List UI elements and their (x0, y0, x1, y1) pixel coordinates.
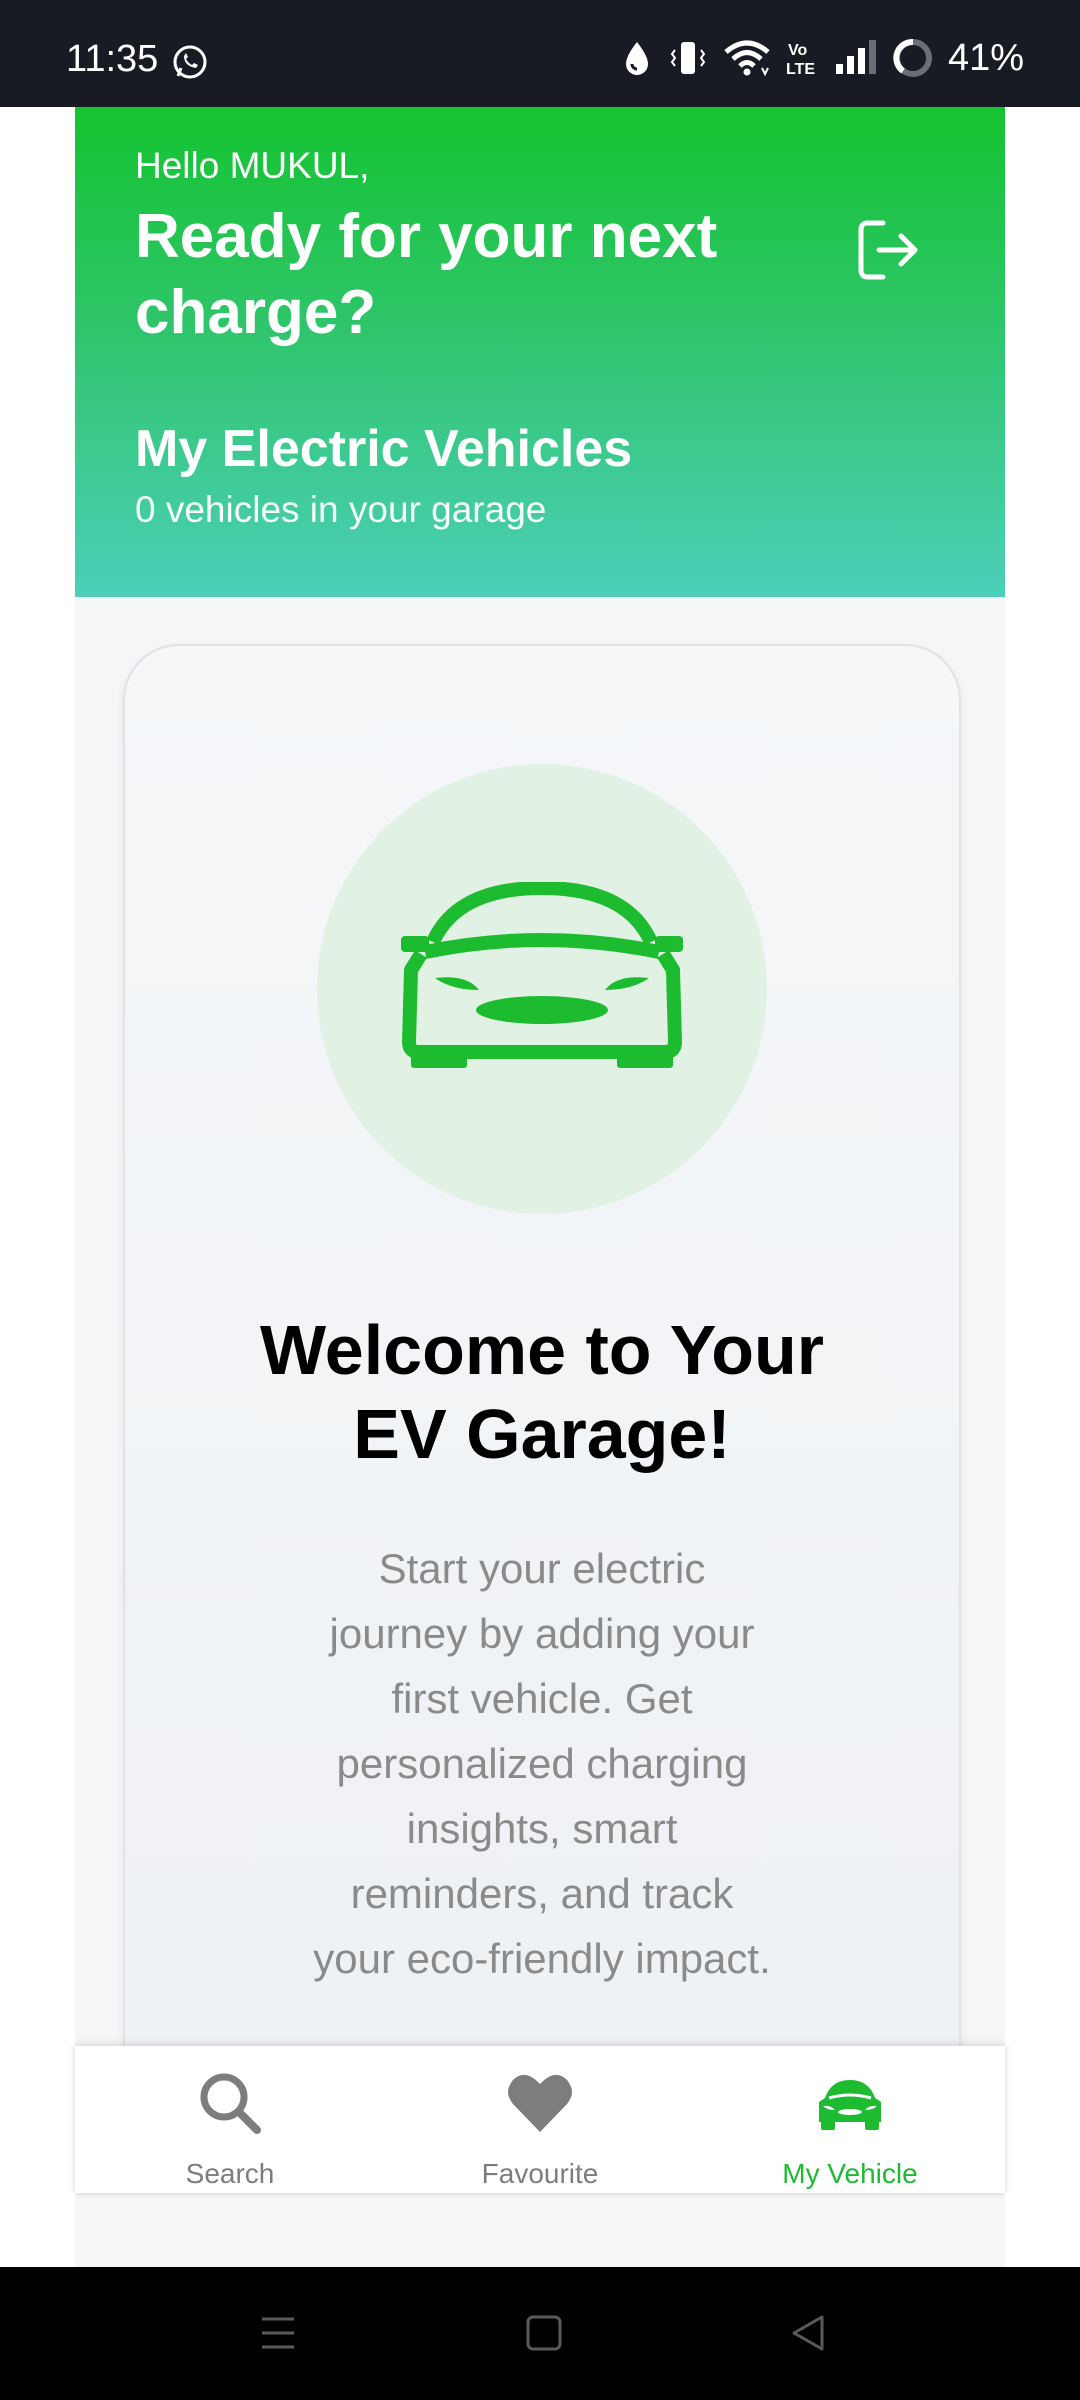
vehicle-count: 0 vehicles in your garage (135, 489, 547, 530)
greeting: Hello MUKUL, (135, 145, 370, 186)
welcome-description: Start your electric journey by adding yo… (313, 1545, 771, 1982)
home-button-icon[interactable] (524, 2311, 564, 2355)
search-icon (200, 2073, 261, 2134)
nav-my-vehicle[interactable]: My Vehicle (695, 2046, 1005, 2193)
whatsapp-icon (173, 45, 207, 79)
svg-text:Vo: Vo (788, 42, 807, 59)
empty-garage-card: Welcome to Your EV Garage! Start your el… (123, 644, 961, 2148)
logout-icon[interactable] (853, 215, 923, 285)
vibrate-icon (670, 42, 706, 74)
headline: Ready for your next charge? (135, 202, 718, 347)
car-icon (819, 2080, 881, 2130)
status-icons: Vo LTE 41% (620, 36, 1024, 80)
section-title: My Electric Vehicles (135, 420, 633, 478)
welcome-title: Welcome to Your EV Garage! (125, 1308, 959, 1476)
battery-ring-icon (893, 39, 932, 77)
status-bar: 11:35 Vo LTE 41% (0, 0, 1080, 107)
nav-search-label: Search (185, 2158, 275, 2189)
system-nav-bar (0, 2267, 1080, 2400)
nav-my-vehicle-label: My Vehicle (782, 2158, 918, 2189)
welcome-title-line1: Welcome to Your (260, 1311, 824, 1389)
heart-icon (508, 2074, 572, 2132)
volte-icon: Vo LTE (786, 42, 815, 78)
car-illustration (317, 764, 767, 1214)
welcome-title-line2: EV Garage! (353, 1395, 731, 1473)
bottom-nav: Search Favourite My Vehicle (75, 2046, 1005, 2193)
nav-search[interactable]: Search (75, 2046, 385, 2193)
header: Hello MUKUL, Ready for your next charge?… (75, 107, 1005, 597)
nav-favourite-label: Favourite (481, 2158, 599, 2189)
data-saver-icon (625, 42, 648, 75)
back-button-icon[interactable] (788, 2311, 828, 2355)
app-screen: Hello MUKUL, Ready for your next charge?… (75, 107, 1005, 2267)
battery-percentage: 41% (947, 36, 1024, 79)
wifi-icon (724, 40, 770, 77)
nav-favourite[interactable]: Favourite (385, 2046, 695, 2193)
recents-menu-icon[interactable] (258, 2311, 298, 2355)
signal-icon (835, 40, 876, 74)
car-icon (401, 882, 683, 1068)
status-time: 11:35 (66, 38, 159, 80)
svg-text:LTE: LTE (786, 61, 815, 78)
